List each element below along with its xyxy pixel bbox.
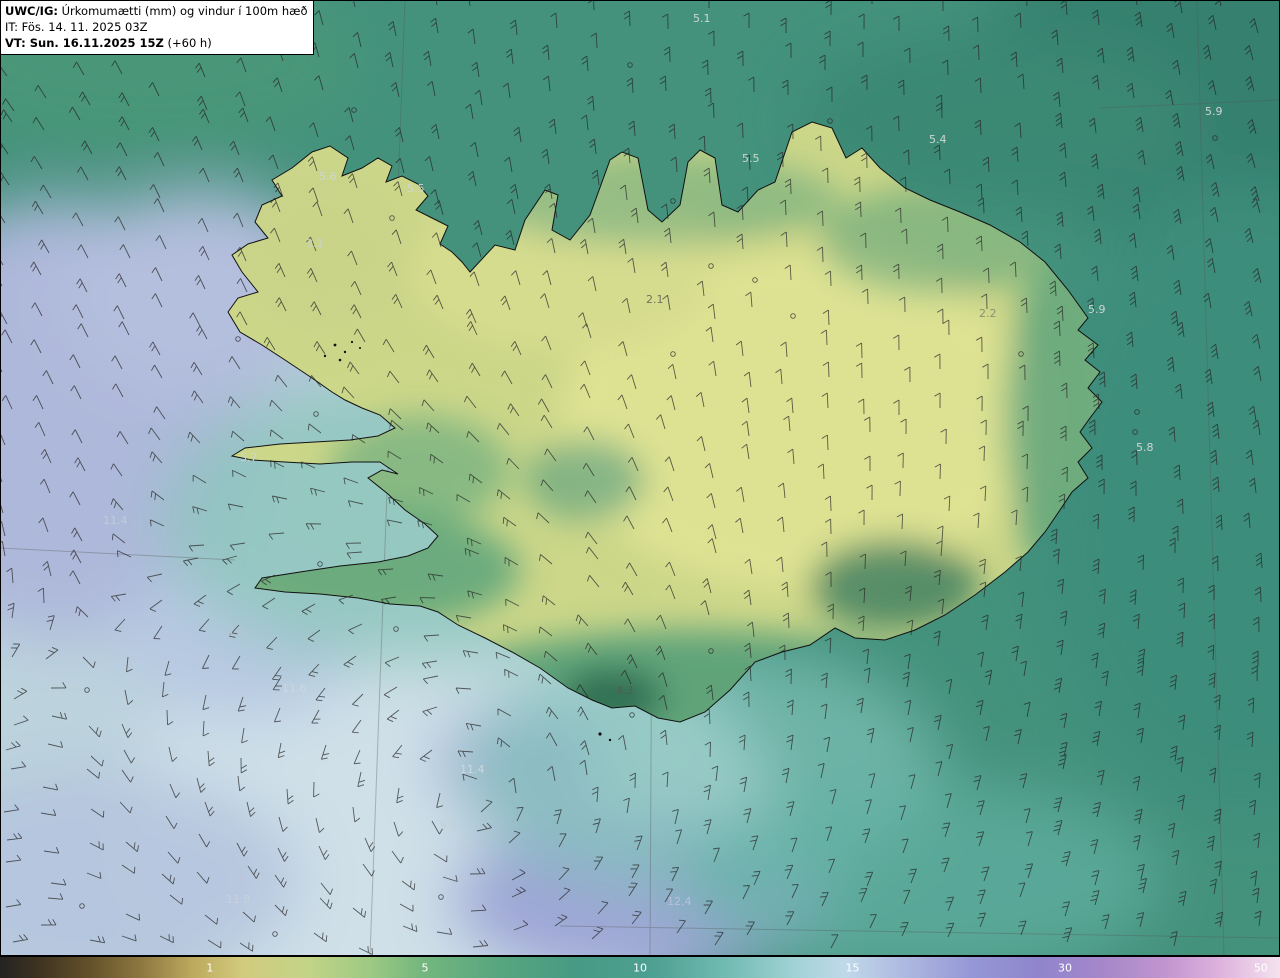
value-label: 5.6 <box>319 170 337 183</box>
value-label: 5.5 <box>742 152 760 165</box>
colorbar-tick: 15 <box>845 961 860 974</box>
init-time: IT: Fös. 14. 11. 2025 03Z <box>5 20 148 34</box>
model-name: UWC/IG: <box>5 4 58 18</box>
value-label: 5.8 <box>1136 441 1154 454</box>
value-label: 5.9 <box>1205 105 1223 118</box>
value-label: 3.1 <box>306 237 324 250</box>
valid-time-line: VT: Sun. 16.11.2025 15Z (+60 h) <box>5 35 308 51</box>
value-label: 9.5 <box>440 819 458 832</box>
weather-map-app: 5.1 5.9 5.4 5.5 5.6 5.5 3.1 2.1 2.2 5.9 5.8 5.7 11.4… <box>0 0 1280 978</box>
map-title-line: UWC/IG: Úrkomumætti (mm) og vindur í 100… <box>5 3 308 19</box>
valid-time: VT: Sun. 16.11.2025 15Z <box>5 36 164 50</box>
colorbar-tick: 5 <box>421 961 429 974</box>
colorbar-tick: 30 <box>1057 961 1072 974</box>
precipitation-wind-map: 5.1 5.9 5.4 5.5 5.6 5.5 3.1 2.1 2.2 5.9 5.8 5.7 11.4… <box>0 0 1280 956</box>
valid-offset: (+60 h) <box>163 36 212 50</box>
colorbar-tick: 10 <box>633 961 647 974</box>
value-label: 11.4 <box>103 514 128 527</box>
value-label: 4.3 <box>616 684 634 697</box>
value-label: 9.8 <box>226 626 244 639</box>
value-label: 5.7 <box>240 451 258 464</box>
value-label: 11.4 <box>460 763 485 776</box>
value-label: 2.2 <box>979 307 997 320</box>
value-label: 5.9 <box>1088 303 1106 316</box>
colorbar-tick: 50 <box>1253 961 1268 974</box>
precipitation-colorbar: 1 5 10 15 30 50 <box>0 956 1280 978</box>
value-label: 5.1 <box>693 12 711 25</box>
value-label: 11.6 <box>282 682 307 695</box>
value-label: 11.8 <box>226 893 251 906</box>
map-title: Úrkomumætti (mm) og vindur í 100m hæð <box>57 4 308 18</box>
map-title-box: UWC/IG: Úrkomumætti (mm) og vindur í 100… <box>0 0 314 55</box>
value-label: 5.4 <box>929 133 947 146</box>
value-label: 12.4 <box>667 895 692 908</box>
value-label: 5.5 <box>407 182 425 195</box>
value-label: 2.1 <box>646 293 664 306</box>
colorbar-tick: 1 <box>206 961 214 974</box>
